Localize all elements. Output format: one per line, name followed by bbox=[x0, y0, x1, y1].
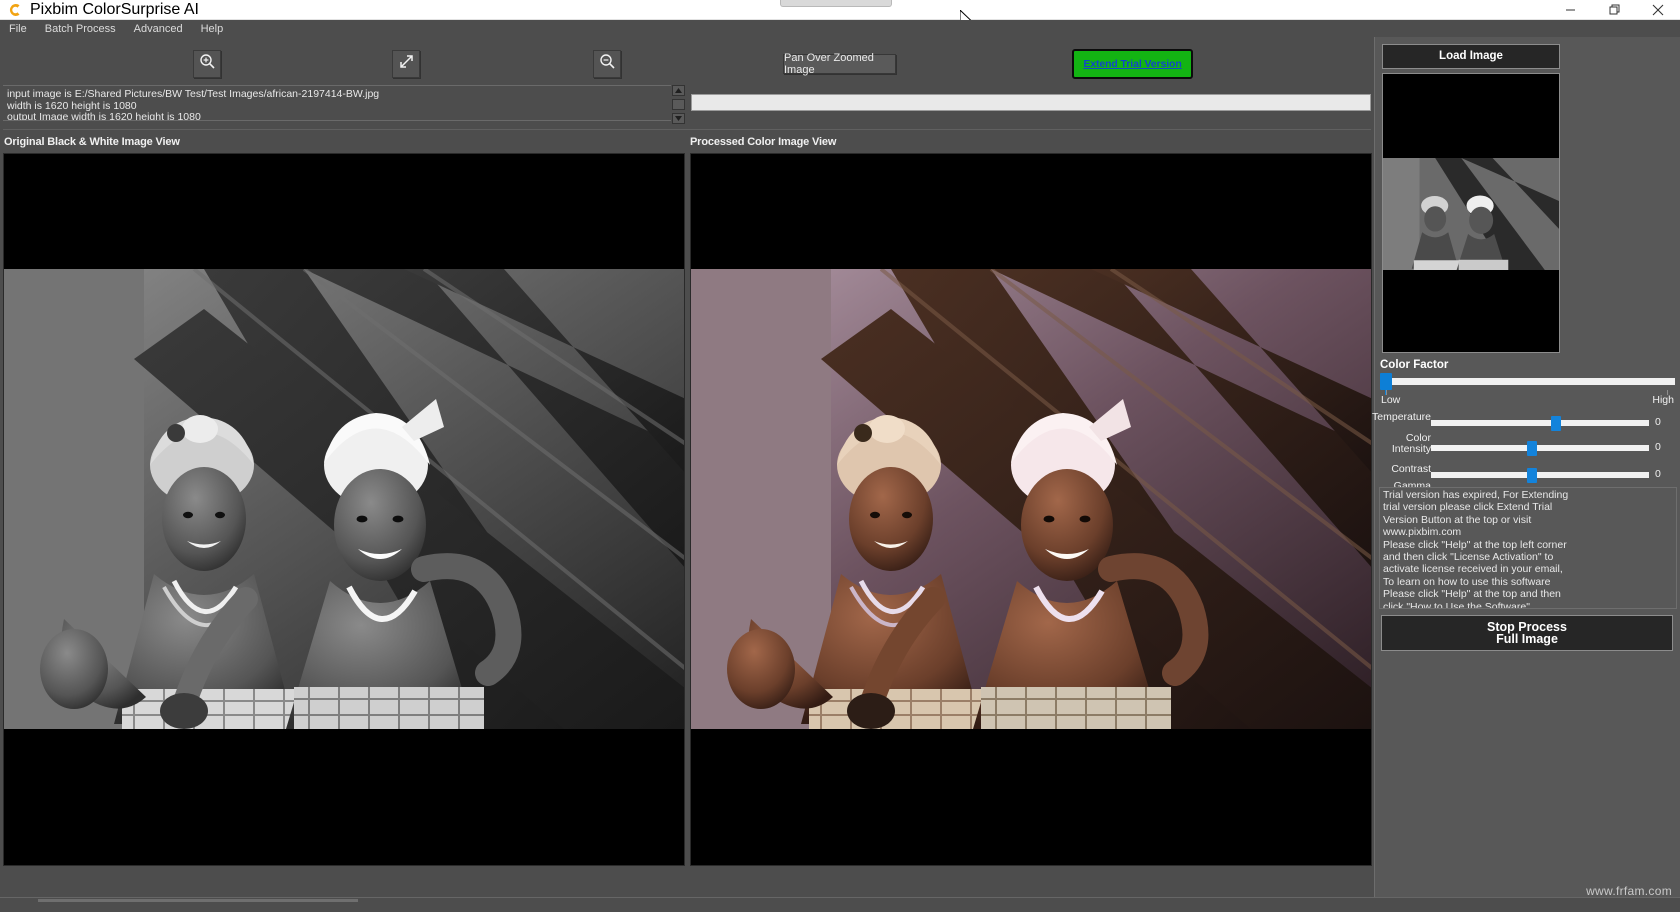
bottom-accent-line bbox=[38, 899, 358, 902]
trial-line: trial version please click Extend Trial bbox=[1383, 501, 1673, 513]
slider-row-color-intensity: ColorIntensity 0 bbox=[1375, 437, 1680, 459]
trial-line: Please click "Help" at the top and then bbox=[1383, 588, 1673, 600]
fit-to-screen-icon bbox=[398, 53, 415, 75]
temperature-slider-track[interactable] bbox=[1431, 420, 1649, 426]
original-view-label: Original Black & White Image View bbox=[4, 136, 180, 148]
trial-line: Please click "Help" at the top left corn… bbox=[1383, 539, 1673, 551]
image-info-log: input image is E:/Shared Pictures/BW Tes… bbox=[3, 85, 671, 121]
original-bw-photo bbox=[4, 269, 685, 729]
zoom-in-icon bbox=[199, 53, 216, 75]
close-icon[interactable] bbox=[1636, 0, 1680, 20]
load-image-button[interactable]: Load Image bbox=[1382, 44, 1560, 69]
color-factor-title: Color Factor bbox=[1380, 359, 1448, 371]
fit-to-screen-button[interactable] bbox=[392, 50, 420, 78]
color-intensity-label: ColorIntensity bbox=[1231, 433, 1431, 455]
trial-line: To learn on how to use this software bbox=[1383, 576, 1673, 588]
right-sidebar: Load Image bbox=[1374, 37, 1680, 897]
info-line-input-path: input image is E:/Shared Pictures/BW Tes… bbox=[7, 89, 667, 101]
trial-line: and then click "License Activation" to bbox=[1383, 551, 1673, 563]
thumbnail-preview bbox=[1383, 158, 1560, 270]
trial-notice-panel: Trial version has expired, For Extending… bbox=[1379, 487, 1677, 609]
extend-trial-label: Extend Trial Version bbox=[1083, 58, 1181, 70]
loaded-image-thumbnail[interactable] bbox=[1382, 73, 1560, 353]
process-progress-bar bbox=[691, 94, 1371, 111]
log-scroll-spinner[interactable] bbox=[672, 85, 685, 124]
color-intensity-value: 0 bbox=[1655, 441, 1661, 453]
trial-line: Version Button at the top or visit bbox=[1383, 514, 1673, 526]
spinner-down-icon[interactable] bbox=[672, 113, 685, 124]
pixbim-c-logo-icon bbox=[7, 2, 23, 18]
trial-line: www.pixbim.com bbox=[1383, 526, 1673, 538]
temperature-value: 0 bbox=[1655, 416, 1661, 428]
contrast-slider-thumb[interactable] bbox=[1527, 468, 1537, 483]
temperature-label: Temperature bbox=[1231, 412, 1431, 423]
trial-line: Trial version has expired, For Extending bbox=[1383, 489, 1673, 501]
menu-item-batch-process[interactable]: Batch Process bbox=[36, 20, 125, 37]
color-intensity-slider-thumb[interactable] bbox=[1527, 441, 1537, 456]
color-factor-slider-thumb[interactable] bbox=[1380, 373, 1392, 390]
zoom-in-button[interactable] bbox=[193, 50, 221, 78]
spinner-up-icon[interactable] bbox=[672, 85, 685, 96]
slider-row-temperature: Temperature 0 bbox=[1375, 412, 1680, 434]
slider-high-label: High bbox=[1652, 394, 1674, 406]
trial-line: activate license received in your email, bbox=[1383, 563, 1673, 575]
contrast-label: Contrast bbox=[1231, 464, 1431, 475]
zoom-out-icon bbox=[599, 53, 616, 75]
site-watermark: www.frfam.com bbox=[1586, 884, 1672, 898]
pan-over-zoomed-image-button[interactable]: Pan Over Zoomed Image bbox=[783, 54, 896, 74]
maximize-restore-icon[interactable] bbox=[1592, 0, 1636, 20]
panel-divider bbox=[3, 129, 1371, 130]
slider-low-label: Low bbox=[1381, 394, 1400, 406]
app-body: Pan Over Zoomed Image Extend Trial Versi… bbox=[0, 37, 1680, 897]
window-controls bbox=[1548, 0, 1680, 20]
info-line-output-size: output Image width is 1620 height is 108… bbox=[7, 112, 667, 121]
color-factor-slider-track[interactable] bbox=[1382, 378, 1675, 385]
processed-image-canvas[interactable] bbox=[690, 153, 1372, 866]
spinner-track[interactable] bbox=[672, 99, 685, 110]
stop-button-line2: Full Image bbox=[1487, 633, 1567, 646]
menu-item-file[interactable]: File bbox=[0, 20, 36, 37]
extend-trial-version-button[interactable]: Extend Trial Version bbox=[1072, 49, 1193, 79]
processed-view-label: Processed Color Image View bbox=[690, 136, 836, 148]
trial-line: click "How to Use the Software" bbox=[1383, 601, 1673, 609]
menu-bar: File Batch Process Advanced Help bbox=[0, 20, 1680, 37]
original-image-canvas[interactable] bbox=[3, 153, 685, 866]
background-window-tab bbox=[780, 0, 892, 7]
menu-item-help[interactable]: Help bbox=[192, 20, 233, 37]
app-title: Pixbim ColorSurprise AI bbox=[30, 1, 199, 19]
contrast-slider-track[interactable] bbox=[1431, 472, 1649, 478]
menu-item-advanced[interactable]: Advanced bbox=[125, 20, 192, 37]
minimize-icon[interactable] bbox=[1548, 0, 1592, 20]
zoom-out-button[interactable] bbox=[593, 50, 621, 78]
color-intensity-slider-track[interactable] bbox=[1431, 445, 1649, 451]
contrast-value: 0 bbox=[1655, 468, 1661, 480]
pan-button-label: Pan Over Zoomed Image bbox=[784, 52, 895, 76]
stop-process-full-image-button[interactable]: Stop Process Full Image bbox=[1381, 615, 1673, 651]
temperature-slider-thumb[interactable] bbox=[1551, 416, 1561, 431]
load-image-label: Load Image bbox=[1439, 50, 1503, 63]
